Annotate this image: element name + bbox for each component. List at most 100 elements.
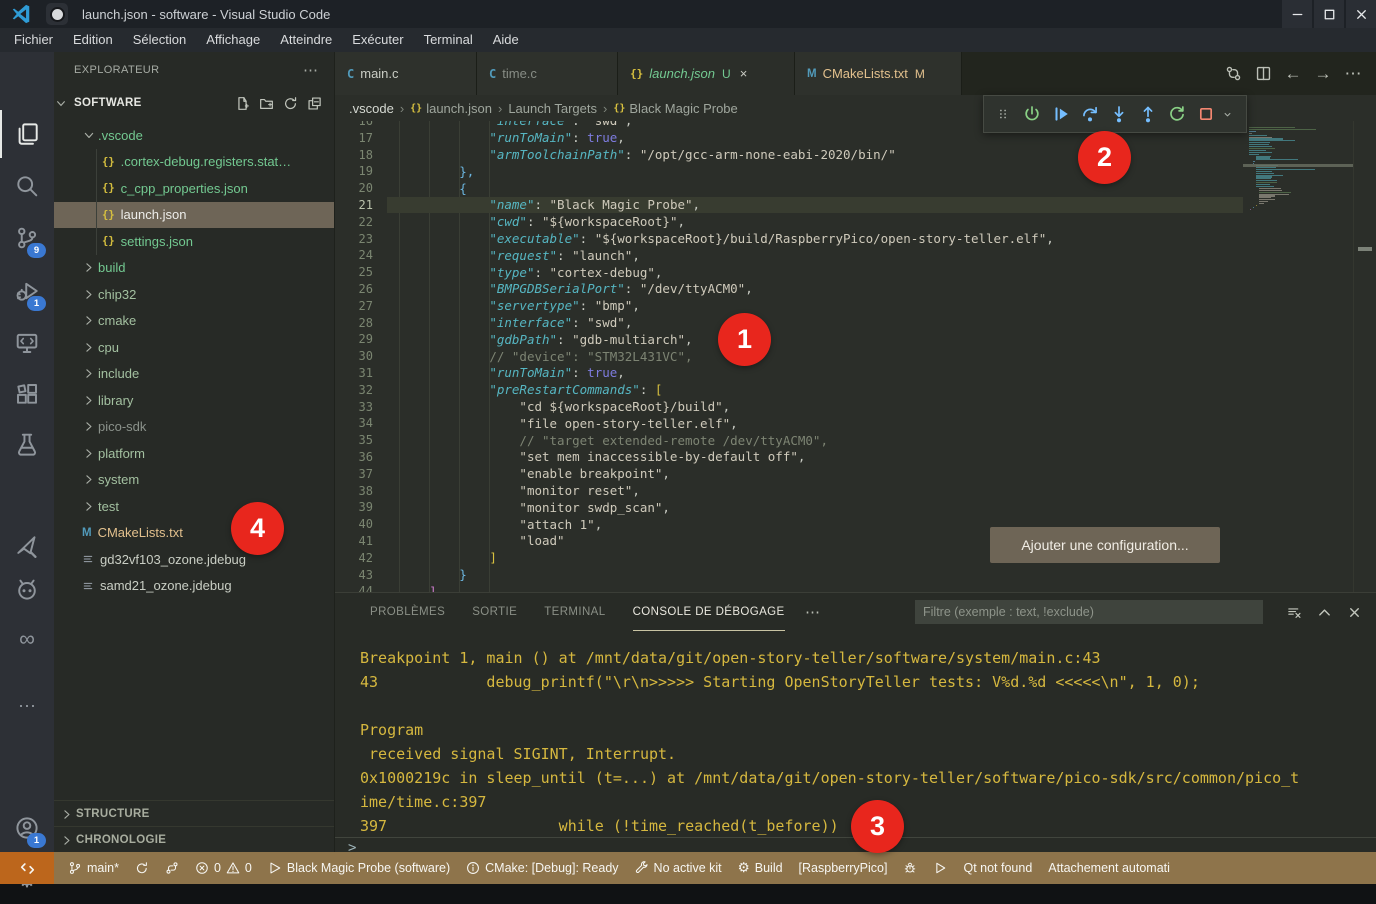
tree-item-build[interactable]: build bbox=[54, 255, 335, 282]
tree-item-include[interactable]: include bbox=[54, 361, 335, 388]
status-item-bug[interactable] bbox=[895, 852, 925, 884]
status-item-cmake-debug-ready[interactable]: CMake: [Debug]: Ready bbox=[458, 852, 626, 884]
tab-time.c[interactable]: Ctime.c bbox=[477, 52, 618, 95]
activity-run-debug[interactable]: 1 bbox=[0, 267, 54, 315]
status-item-main[interactable]: main* bbox=[60, 852, 127, 884]
debug-step-over-button[interactable] bbox=[1075, 99, 1104, 129]
tree-item-chip32[interactable]: chip32 bbox=[54, 281, 335, 308]
menu-executer[interactable]: Exécuter bbox=[342, 28, 413, 52]
console-filter-input[interactable] bbox=[915, 600, 1263, 624]
panel-close-icon[interactable] bbox=[1347, 605, 1362, 620]
collapse-all-icon[interactable] bbox=[307, 96, 322, 111]
status-remote-indicator[interactable] bbox=[0, 852, 54, 884]
menu-affichage[interactable]: Affichage bbox=[196, 28, 270, 52]
tree-item-.vscode[interactable]: .vscode bbox=[54, 122, 335, 149]
menu-atteindre[interactable]: Atteindre bbox=[270, 28, 342, 52]
tree-item-library[interactable]: library bbox=[54, 387, 335, 414]
new-folder-icon[interactable] bbox=[259, 96, 274, 111]
tree-item-test[interactable]: test bbox=[54, 493, 335, 520]
breadcrumb-item-2[interactable]: Launch Targets bbox=[508, 101, 597, 116]
menu-terminal[interactable]: Terminal bbox=[414, 28, 483, 52]
code-line-text: "set mem inaccessible-by-default off", bbox=[399, 449, 805, 464]
tab-CMakeLists.txt[interactable]: MCMakeLists.txtM bbox=[795, 52, 962, 95]
add-configuration-button[interactable]: Ajouter une configuration... bbox=[990, 527, 1220, 563]
tab-launch.json[interactable]: {}launch.jsonU× bbox=[618, 52, 795, 95]
menu-fichier[interactable]: Fichier bbox=[4, 28, 63, 52]
minimize-button[interactable] bbox=[1282, 0, 1312, 28]
menu-edition[interactable]: Edition bbox=[63, 28, 123, 52]
tree-item-system[interactable]: system bbox=[54, 467, 335, 494]
activity-testing[interactable] bbox=[0, 420, 54, 468]
panel-tab-console-de-de-bogage[interactable]: CONSOLE DE DÉBOGAGE bbox=[633, 593, 785, 631]
status-label: CMake: [Debug]: Ready bbox=[485, 861, 618, 875]
console-line: 0x1000219c in sleep_until (t=...) at /mn… bbox=[360, 769, 1299, 787]
status-item-raspberrypico[interactable]: [RaspberryPico] bbox=[791, 852, 896, 884]
panel-tab-sortie[interactable]: SORTIE bbox=[472, 593, 517, 631]
panel-more-icon[interactable]: ⋯ bbox=[805, 593, 820, 631]
maximize-button[interactable] bbox=[1314, 0, 1344, 28]
tree-item-samd21_ozone.jdebug[interactable]: samd21_ozone.jdebug bbox=[54, 573, 335, 600]
tree-item-cmake[interactable]: cmake bbox=[54, 308, 335, 335]
open-changes[interactable] bbox=[1220, 61, 1246, 87]
more-actions[interactable]: ⋯ bbox=[1340, 61, 1366, 87]
debug-stop-chevron[interactable] bbox=[1220, 99, 1234, 129]
tab-main.c[interactable]: Cmain.c bbox=[335, 52, 477, 95]
close-button[interactable] bbox=[1346, 0, 1376, 28]
breadcrumb-item-3[interactable]: {}Black Magic Probe bbox=[613, 101, 737, 116]
status-item-qt-not-found[interactable]: Qt not found bbox=[955, 852, 1040, 884]
tree-item-platform[interactable]: platform bbox=[54, 440, 335, 467]
tab-label: launch.json bbox=[649, 66, 715, 81]
menu-aide[interactable]: Aide bbox=[483, 28, 529, 52]
explorer-more-icon[interactable]: ⋯ bbox=[303, 61, 318, 79]
status-item-no-active-kit[interactable]: No active kit bbox=[627, 852, 730, 884]
debug-stop-button[interactable] bbox=[1191, 99, 1220, 129]
activity-accounts[interactable]: 1 bbox=[0, 804, 54, 852]
panel-tabs: PROBLÈMES SORTIE TERMINAL CONSOLE DE DÉBOGA… bbox=[370, 593, 785, 631]
nav-forward[interactable]: → bbox=[1310, 61, 1336, 87]
workspace-section-header[interactable]: SOFTWARE bbox=[54, 90, 334, 116]
status-item-black-magic-probe-software[interactable]: Black Magic Probe (software) bbox=[260, 852, 458, 884]
filter-list-icon[interactable] bbox=[1287, 605, 1302, 620]
activity-more-views[interactable]: ⋯ bbox=[0, 682, 54, 730]
status-item-play[interactable] bbox=[925, 852, 955, 884]
section-structure[interactable]: STRUCTURE bbox=[54, 800, 334, 827]
activity-remote-explorer[interactable] bbox=[0, 319, 54, 367]
menu-selection[interactable]: Sélection bbox=[123, 28, 196, 52]
debug-continue-button[interactable] bbox=[1046, 99, 1075, 129]
status-item-build[interactable]: ⚙Build bbox=[730, 852, 791, 884]
tree-item-CMakeLists.txt[interactable]: MCMakeLists.txtM bbox=[54, 520, 335, 547]
activity-extensions[interactable] bbox=[0, 370, 54, 418]
error-icon bbox=[195, 861, 209, 875]
close-icon[interactable]: × bbox=[740, 66, 748, 81]
activity-source-control[interactable]: 9 bbox=[0, 214, 54, 262]
breadcrumb-item-1[interactable]: {}launch.json bbox=[410, 101, 492, 116]
section-chronologie[interactable]: CHRONOLOGIE bbox=[54, 826, 334, 852]
panel-tab-proble-mes[interactable]: PROBLÈMES bbox=[370, 593, 445, 631]
activity-cmake-tools[interactable] bbox=[0, 522, 54, 570]
editor-scrollbar[interactable] bbox=[1353, 95, 1376, 592]
status-item-compare[interactable] bbox=[157, 852, 187, 884]
status-item-attachement-automati[interactable]: Attachement automati bbox=[1040, 852, 1178, 884]
new-file-icon[interactable] bbox=[235, 96, 250, 111]
tree-item-gd32vf103_ozone.jdebug[interactable]: gd32vf103_ozone.jdebug bbox=[54, 546, 335, 573]
panel-maximize-icon[interactable] bbox=[1317, 605, 1332, 620]
debug-step-into-button[interactable] bbox=[1104, 99, 1133, 129]
tree-item-cpu[interactable]: cpu bbox=[54, 334, 335, 361]
tree-item-pico-sdk[interactable]: pico-sdk bbox=[54, 414, 335, 441]
activity-vs-solution[interactable]: ∞ bbox=[0, 615, 54, 663]
refresh-icon[interactable] bbox=[283, 96, 298, 111]
code-editor[interactable]: 16 "interface": "swd",17 "runToMain": tr… bbox=[335, 113, 1243, 592]
minimap[interactable] bbox=[1243, 121, 1353, 592]
activity-platformio[interactable] bbox=[0, 565, 54, 613]
debug-step-out-button[interactable] bbox=[1133, 99, 1162, 129]
debug-power-button[interactable] bbox=[1017, 99, 1046, 129]
activity-explorer[interactable] bbox=[0, 110, 54, 158]
status-item-0[interactable]: 00 bbox=[187, 852, 260, 884]
activity-search[interactable] bbox=[0, 162, 54, 210]
panel-tab-terminal[interactable]: TERMINAL bbox=[544, 593, 605, 631]
breadcrumb-item-0[interactable]: .vscode bbox=[349, 101, 394, 116]
nav-back[interactable]: ← bbox=[1280, 61, 1306, 87]
status-item-sync[interactable] bbox=[127, 852, 157, 884]
debug-restart-button[interactable] bbox=[1162, 99, 1191, 129]
split-editor[interactable] bbox=[1250, 61, 1276, 87]
